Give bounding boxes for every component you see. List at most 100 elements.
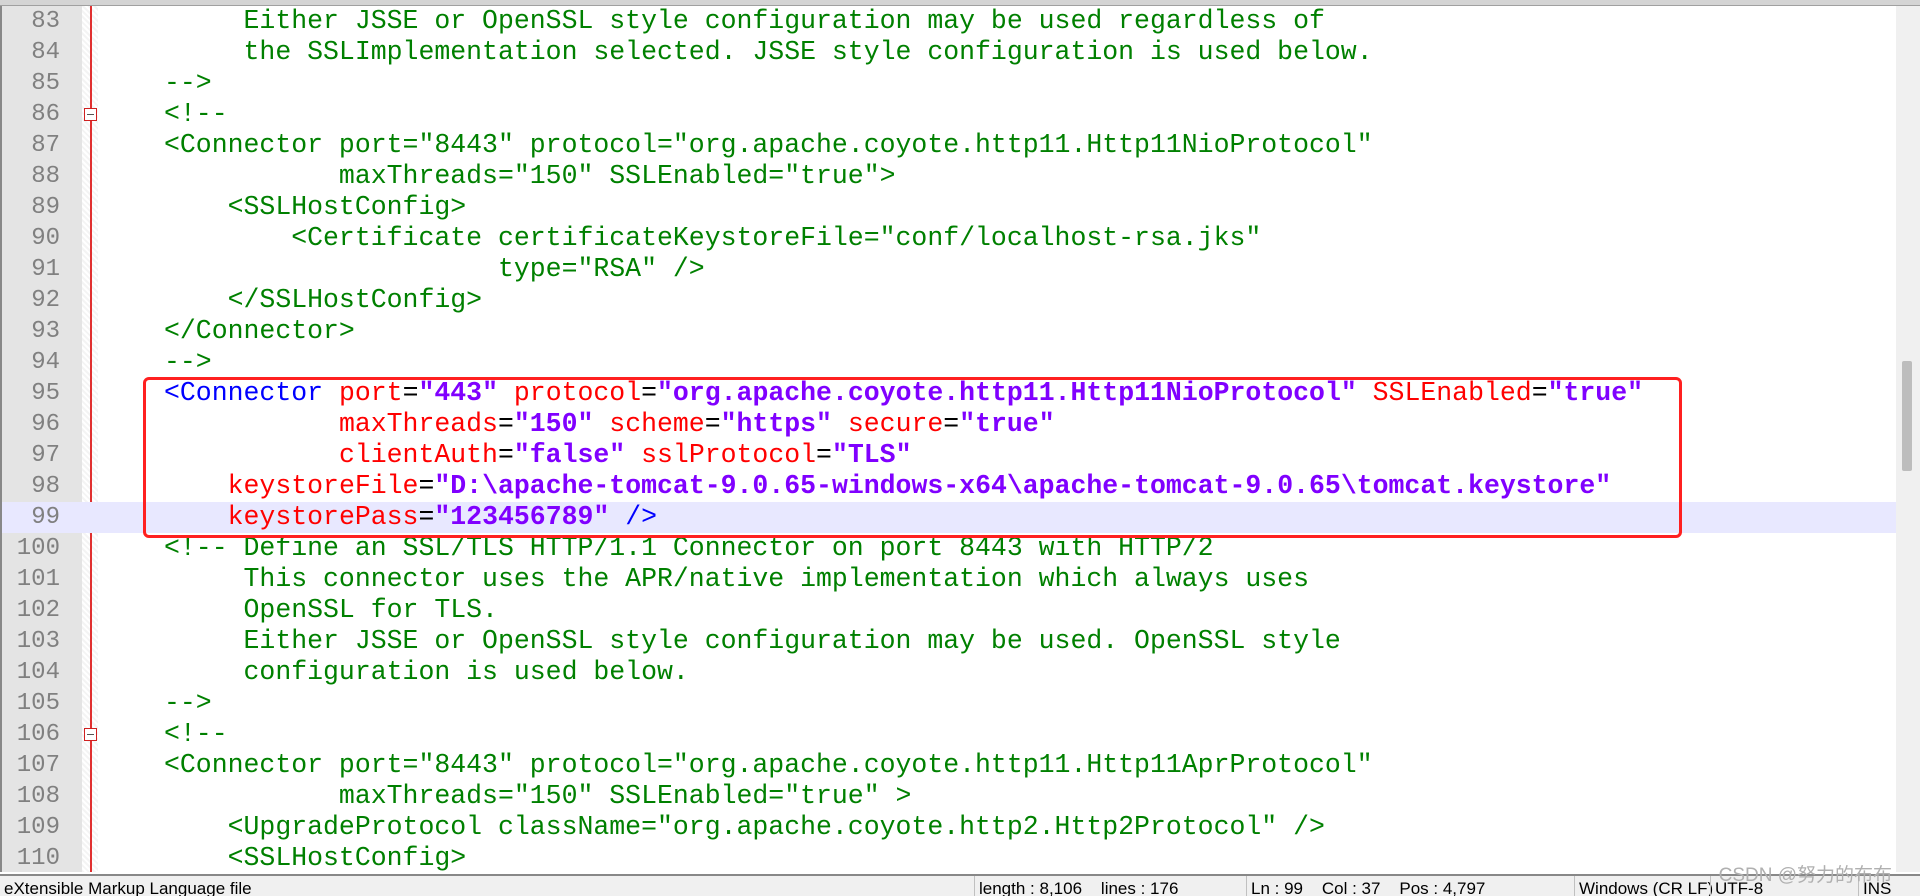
code-text: --> xyxy=(164,68,212,99)
code-line[interactable]: 85 --> xyxy=(2,68,1898,99)
code-text: <SSLHostConfig> xyxy=(164,843,467,872)
code-line[interactable]: 107 <Connector port="8443" protocol="org.… xyxy=(2,750,1898,781)
code-line[interactable]: 83 Either JSSE or OpenSSL style configur… xyxy=(2,6,1898,37)
line-number: 110 xyxy=(16,845,60,872)
code-line[interactable]: 91 type="RSA" /> xyxy=(2,254,1898,285)
line-number: 99 xyxy=(31,504,60,531)
code-line[interactable]: 108 maxThreads="150" SSLEnabled="true" > xyxy=(2,781,1898,812)
line-number: 87 xyxy=(31,132,60,159)
comment-text: </SSLHostConfig> xyxy=(164,285,483,315)
scrollbar-thumb[interactable] xyxy=(1902,361,1912,471)
status-position: Ln : 99 Col : 37 Pos : 4,797 xyxy=(1246,876,1485,896)
line-number: 108 xyxy=(16,783,60,810)
comment-text: maxThreads="150" SSLEnabled="true" > xyxy=(164,781,912,811)
comment-text: the SSLImplementation selected. JSSE sty… xyxy=(164,37,1373,67)
code-text: Either JSSE or OpenSSL style configurati… xyxy=(164,6,1325,37)
code-line[interactable]: 92 </SSLHostConfig> xyxy=(2,285,1898,316)
code-line[interactable]: 84 the SSLImplementation selected. JSSE … xyxy=(2,37,1898,68)
line-number: 90 xyxy=(31,225,60,252)
code-line[interactable]: 94 --> xyxy=(2,347,1898,378)
code-text: This connector uses the APR/native imple… xyxy=(164,564,1310,595)
code-text: <SSLHostConfig> xyxy=(164,192,467,223)
status-eol: Windows (CR LF) xyxy=(1574,876,1713,896)
comment-text: --> xyxy=(164,688,212,718)
line-number: 94 xyxy=(31,349,60,376)
comment-text: --> xyxy=(164,347,212,377)
code-text: <!-- xyxy=(164,719,228,750)
code-line[interactable]: 87 <Connector port="8443" protocol="org.a… xyxy=(2,130,1898,161)
code-text: <Certificate certificateKeystoreFile="co… xyxy=(164,223,1261,254)
code-text: configuration is used below. xyxy=(164,657,689,688)
comment-text: This connector uses the APR/native imple… xyxy=(164,564,1310,594)
line-number: 93 xyxy=(31,318,60,345)
code-text: type="RSA" /> xyxy=(164,254,705,285)
code-line[interactable]: 104 configuration is used below. xyxy=(2,657,1898,688)
code-text: maxThreads="150" SSLEnabled="true"> xyxy=(164,161,896,192)
line-number: 106 xyxy=(16,721,60,748)
comment-text: <Connector port="8443" protocol="org.apa… xyxy=(164,130,1373,160)
code-text: </Connector> xyxy=(164,316,355,347)
comment-text: maxThreads="150" SSLEnabled="true"> xyxy=(164,161,896,191)
code-line[interactable]: 89 <SSLHostConfig> xyxy=(2,192,1898,223)
line-number: 97 xyxy=(31,442,60,469)
code-line[interactable]: 105 --> xyxy=(2,688,1898,719)
line-number: 88 xyxy=(31,163,60,190)
comment-text: Either JSSE or OpenSSL style configurati… xyxy=(164,6,1325,36)
code-line[interactable]: 101 This connector uses the APR/native i… xyxy=(2,564,1898,595)
comment-text: <Certificate certificateKeystoreFile="co… xyxy=(164,223,1262,253)
code-text: the SSLImplementation selected. JSSE sty… xyxy=(164,37,1373,68)
code-text: OpenSSL for TLS. xyxy=(164,595,498,626)
code-text: maxThreads="150" SSLEnabled="true" > xyxy=(164,781,912,812)
comment-text: type="RSA" /> xyxy=(164,254,705,284)
code-line[interactable]: 110 <SSLHostConfig> xyxy=(2,843,1898,872)
line-number: 86 xyxy=(31,101,60,128)
comment-text: <SSLHostConfig> xyxy=(164,843,467,872)
code-text: </SSLHostConfig> xyxy=(164,285,482,316)
line-number: 92 xyxy=(31,287,60,314)
code-line[interactable]: 102 OpenSSL for TLS. xyxy=(2,595,1898,626)
fold-toggle-icon[interactable] xyxy=(84,728,97,741)
code-editor[interactable]: 83 Either JSSE or OpenSSL style configur… xyxy=(0,6,1898,872)
line-number: 84 xyxy=(31,39,60,66)
code-line[interactable]: 109 <UpgradeProtocol className="org.apac… xyxy=(2,812,1898,843)
line-number: 103 xyxy=(16,628,60,655)
code-line[interactable]: 88 maxThreads="150" SSLEnabled="true"> xyxy=(2,161,1898,192)
comment-text: OpenSSL for TLS. xyxy=(164,595,498,625)
code-text: <UpgradeProtocol className="org.apache.c… xyxy=(164,812,1325,843)
line-number: 83 xyxy=(31,8,60,35)
code-text: --> xyxy=(164,347,212,378)
line-number: 102 xyxy=(16,597,60,624)
comment-text: --> xyxy=(164,68,212,98)
line-number: 98 xyxy=(31,473,60,500)
comment-text: Either JSSE or OpenSSL style configurati… xyxy=(164,626,1341,656)
comment-text: <Connector port="8443" protocol="org.apa… xyxy=(164,750,1373,780)
code-line[interactable]: 103 Either JSSE or OpenSSL style configu… xyxy=(2,626,1898,657)
line-number: 105 xyxy=(16,690,60,717)
comment-text: <UpgradeProtocol className="org.apache.c… xyxy=(164,812,1325,842)
highlight-box xyxy=(143,377,1682,538)
code-line[interactable]: 93 </Connector> xyxy=(2,316,1898,347)
code-line[interactable]: 106 <!-- xyxy=(2,719,1898,750)
comment-text: <!-- xyxy=(164,719,228,749)
line-number: 101 xyxy=(16,566,60,593)
line-number: 85 xyxy=(31,70,60,97)
watermark: CSDN @努力的布布 xyxy=(1718,865,1892,886)
status-bar: eXtensible Markup Language file length :… xyxy=(0,874,1920,896)
code-line[interactable]: 90 <Certificate certificateKeystoreFile=… xyxy=(2,223,1898,254)
code-text: Either JSSE or OpenSSL style configurati… xyxy=(164,626,1341,657)
code-text: <Connector port="8443" protocol="org.apa… xyxy=(164,130,1373,161)
code-text: <Connector port="8443" protocol="org.apa… xyxy=(164,750,1373,781)
line-number: 104 xyxy=(16,659,60,686)
line-number: 96 xyxy=(31,411,60,438)
code-text: --> xyxy=(164,688,212,719)
comment-text: <SSLHostConfig> xyxy=(164,192,467,222)
fold-toggle-icon[interactable] xyxy=(84,108,97,121)
line-number: 89 xyxy=(31,194,60,221)
vertical-scrollbar[interactable] xyxy=(1896,6,1920,872)
line-number: 107 xyxy=(16,752,60,779)
line-number: 109 xyxy=(16,814,60,841)
comment-text: configuration is used below. xyxy=(164,657,689,687)
status-file-type: eXtensible Markup Language file xyxy=(4,879,252,896)
code-line[interactable]: 86 <!-- xyxy=(2,99,1898,130)
code-text: <!-- xyxy=(164,99,228,130)
